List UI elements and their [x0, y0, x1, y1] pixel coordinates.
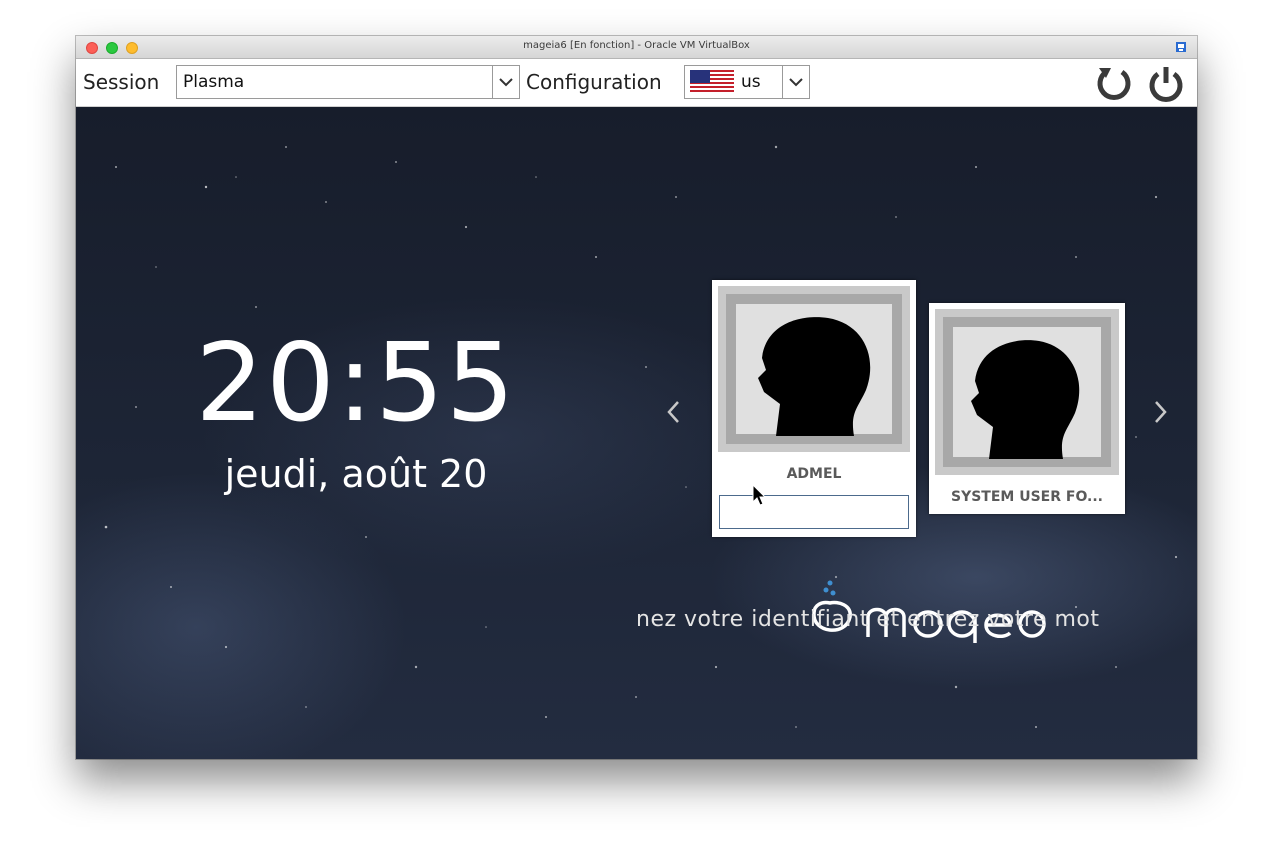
- title-bar[interactable]: mageia6 [En fonction] - Oracle VM Virtua…: [76, 36, 1197, 59]
- user-name: SYSTEM USER FO...: [950, 489, 1103, 505]
- user-avatar: [935, 309, 1119, 475]
- configuration-label: Configuration: [526, 70, 662, 94]
- next-user-arrow[interactable]: [1146, 392, 1174, 432]
- user-card[interactable]: SYSTEM USER FO...: [929, 303, 1125, 514]
- keyboard-layout-value: us: [741, 72, 761, 92]
- virtualbox-icon: [1176, 42, 1186, 52]
- session-select[interactable]: Plasma: [176, 65, 520, 99]
- login-hint-text: nez votre identifiant et entrez votre mo…: [636, 607, 1100, 632]
- user-card-selected[interactable]: ADMEL: [712, 280, 916, 537]
- session-value: Plasma: [183, 72, 245, 92]
- previous-user-arrow[interactable]: [660, 392, 688, 432]
- virtualbox-window: mageia6 [En fonction] - Oracle VM Virtua…: [76, 36, 1197, 759]
- user-avatar: [718, 286, 910, 452]
- user-name: ADMEL: [786, 466, 842, 482]
- password-field[interactable]: [719, 495, 909, 529]
- chevron-down-icon[interactable]: [492, 66, 519, 98]
- keyboard-layout-select[interactable]: us: [684, 65, 810, 99]
- chevron-down-icon[interactable]: [782, 66, 809, 98]
- power-icon[interactable]: [1146, 64, 1186, 102]
- reboot-icon[interactable]: [1094, 64, 1134, 102]
- session-label: Session: [83, 70, 160, 94]
- window-title: mageia6 [En fonction] - Oracle VM Virtua…: [523, 40, 750, 51]
- us-flag-icon: [690, 70, 734, 94]
- clock-date: jeudi, août 20: [224, 452, 488, 496]
- login-screen-background: 20:55 jeudi, août 20 ADMEL SYSTEM USER F…: [76, 107, 1197, 759]
- mouse-cursor-icon: [752, 484, 767, 506]
- clock-time: 20:55: [195, 321, 517, 446]
- greeter-toolbar: Session Plasma Configuration us: [76, 59, 1197, 107]
